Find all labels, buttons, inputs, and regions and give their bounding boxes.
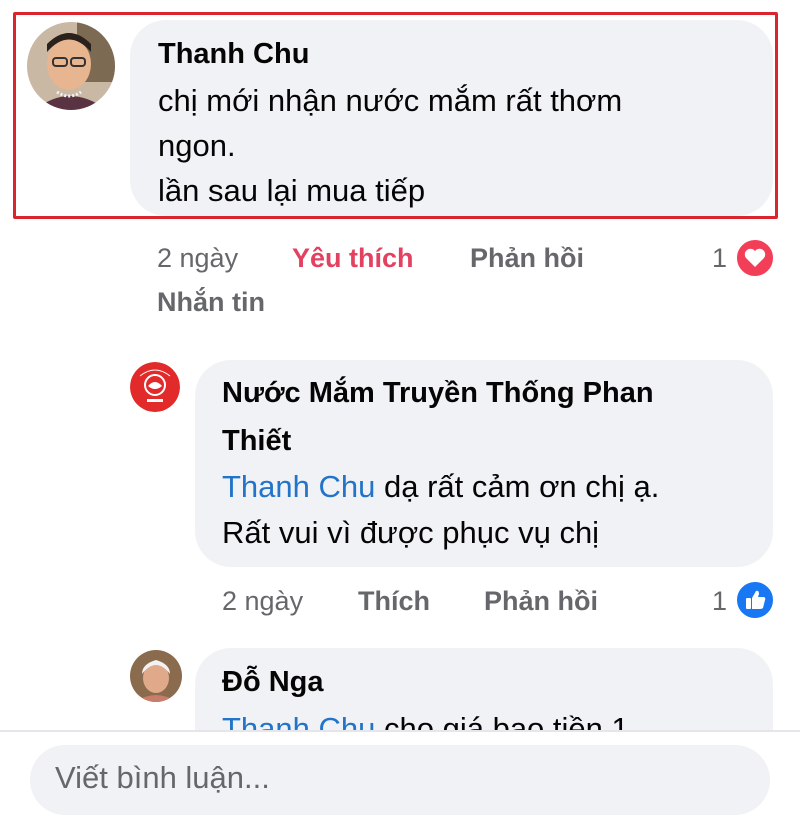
mention-link[interactable]: Thanh Chu	[222, 469, 375, 504]
reply-author[interactable]: Nước Mắm Truyền Thống Phan	[222, 377, 654, 410]
mention-link[interactable]: Thanh Chu	[222, 711, 375, 730]
reply-author[interactable]: Đỗ Nga	[222, 666, 324, 699]
message-button[interactable]: Nhắn tin	[157, 287, 265, 318]
reply-button[interactable]: Phản hồi	[470, 243, 584, 274]
reply-button[interactable]: Phản hồi	[484, 586, 598, 617]
reply-author-line2[interactable]: Thiết	[222, 425, 291, 458]
reply-timestamp[interactable]: 2 ngày	[222, 586, 303, 617]
reply-text-line: Thanh Chu dạ rất cảm ơn chị ạ.	[222, 464, 659, 509]
avatar-photo	[130, 650, 182, 702]
comment-input-placeholder[interactable]: Viết bình luận...	[55, 760, 270, 796]
like-icon[interactable]	[735, 580, 775, 620]
reply-text: cho giá bao tiền 1	[375, 711, 629, 730]
love-button[interactable]: Yêu thích	[292, 243, 414, 274]
brand-logo	[130, 362, 180, 412]
comment-timestamp[interactable]: 2 ngày	[157, 243, 238, 274]
reply-text-line: Rất vui vì được phục vụ chị	[222, 515, 600, 550]
highlight-box	[13, 12, 778, 219]
like-button[interactable]: Thích	[358, 586, 430, 617]
composer-divider	[0, 730, 800, 732]
reaction-count[interactable]: 1	[712, 243, 727, 274]
reply-text: dạ rất cảm ơn chị ạ.	[375, 469, 660, 504]
avatar-page-logo[interactable]	[130, 362, 180, 412]
reply-bubble: Đỗ Nga Thanh Chu cho giá bao tiền 1	[195, 648, 773, 730]
love-icon[interactable]	[735, 238, 775, 278]
reaction-count[interactable]: 1	[712, 586, 727, 617]
avatar-do-nga[interactable]	[130, 650, 182, 702]
reply-text-line: Thanh Chu cho giá bao tiền 1	[222, 706, 629, 730]
